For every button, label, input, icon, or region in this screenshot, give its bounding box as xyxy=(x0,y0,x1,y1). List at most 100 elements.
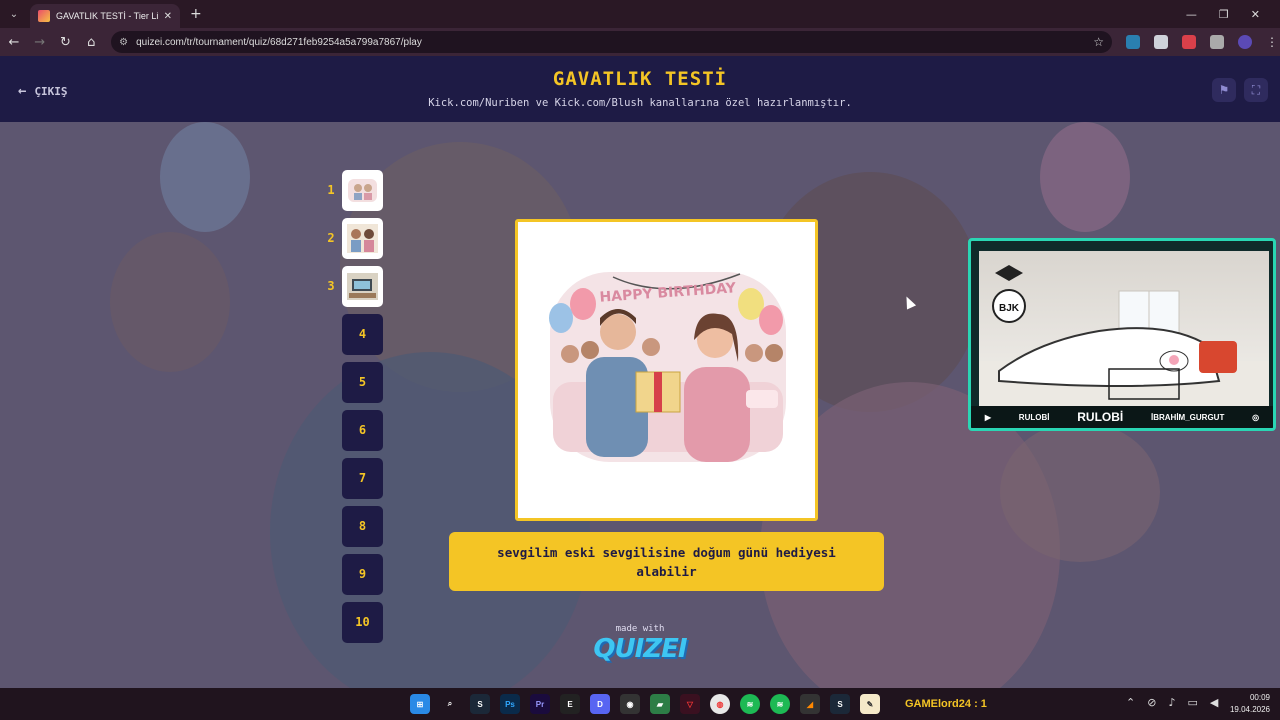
reload-icon[interactable]: ↻ xyxy=(54,35,78,50)
new-tab-icon[interactable]: + xyxy=(190,6,202,22)
question-item[interactable]: 4 xyxy=(320,313,383,355)
fullscreen-button[interactable]: ⛶ xyxy=(1244,78,1268,102)
extension-badge-icon[interactable] xyxy=(1182,35,1196,49)
overlay-center-name: RULOBİ xyxy=(1077,410,1124,424)
forward-icon[interactable]: → xyxy=(28,35,52,50)
question-item[interactable]: 9 xyxy=(320,553,383,595)
bongo-cat-illustration: BJK xyxy=(979,265,1269,408)
overlay-left-name: RULOBİ xyxy=(1018,412,1050,422)
spotify-icon[interactable]: ≋ xyxy=(770,694,790,714)
url-field[interactable]: ⚙ quizei.com/tr/tournament/quiz/68d271fe… xyxy=(111,31,1112,53)
question-item[interactable]: 8 xyxy=(320,505,383,547)
epic-games-icon[interactable]: E xyxy=(560,694,580,714)
question-number-box[interactable]: 8 xyxy=(342,505,383,547)
question-number: 2 xyxy=(327,231,335,245)
question-number-box[interactable]: 7 xyxy=(342,457,383,499)
app-icon[interactable]: ◢ xyxy=(800,694,820,714)
url-text: quizei.com/tr/tournament/quiz/68d271feb9… xyxy=(136,36,422,48)
question-image-card: HAPPY BIRTHDAY xyxy=(515,219,818,521)
microphone-icon[interactable]: ♪ xyxy=(1168,696,1175,709)
page-subtitle: Kick.com/Nuriben ve Kick.com/Blush kanal… xyxy=(428,97,852,109)
windows-taskbar: ⊞ ⌕ S Ps Pr E D ◉ ▰ ▽ ◍ ≋ ≋ ◢ S ✎ GAMElo… xyxy=(0,688,1280,720)
tab-search-icon[interactable]: ⌄ xyxy=(4,4,24,24)
windows-start-icon[interactable]: ⊞ xyxy=(410,694,430,714)
question-number-box[interactable]: 5 xyxy=(342,361,383,403)
balloon-blue xyxy=(160,122,250,232)
discord-icon[interactable]: D xyxy=(590,694,610,714)
fullscreen-icon: ⛶ xyxy=(1251,82,1261,97)
report-flag-button[interactable]: ⚑ xyxy=(1212,78,1236,102)
puzzle-icon[interactable] xyxy=(1210,35,1224,49)
balloon-pink xyxy=(1040,122,1130,232)
photoshop-icon[interactable]: Ps xyxy=(500,694,520,714)
close-window-icon[interactable]: ✕ xyxy=(1251,8,1260,21)
volume-icon[interactable]: ◀ xyxy=(1210,696,1218,709)
guest-left xyxy=(110,232,230,372)
chrome-icon[interactable]: ◍ xyxy=(710,694,730,714)
overlay-name-bar: ▶ RULOBİ RULOBİ İBRAHİM_GURGUT ◎ xyxy=(971,406,1273,428)
tab-title: GAVATLIK TESTİ - Tier List, Kör xyxy=(56,11,158,21)
instagram-icon: ◎ xyxy=(1252,412,1260,422)
close-tab-icon[interactable]: ✕ xyxy=(164,11,172,22)
question-item[interactable]: 7 xyxy=(320,457,383,499)
thumbnail-image xyxy=(347,272,378,300)
question-thumbnail[interactable] xyxy=(342,217,383,259)
premiere-icon[interactable]: Pr xyxy=(530,694,550,714)
site-info-icon[interactable]: ⚙ xyxy=(119,37,128,48)
browser-tab[interactable]: GAVATLIK TESTİ - Tier List, Kör ✕ xyxy=(30,4,180,28)
profile-avatar[interactable] xyxy=(1238,35,1252,49)
birthday-illustration: HAPPY BIRTHDAY xyxy=(549,272,786,462)
question-thumbnail[interactable] xyxy=(342,265,383,307)
thumbnail-image xyxy=(347,223,378,253)
obs-icon[interactable]: ◉ xyxy=(620,694,640,714)
question-item[interactable]: 6 xyxy=(320,409,383,451)
question-number: 1 xyxy=(327,183,335,197)
stream-overlay: BJK ▶ RULOBİ RULOBİ İBRAHİM_GURGUT ◎ xyxy=(968,238,1276,431)
question-statement: sevgilim eski sevgilisine doğum günü hed… xyxy=(449,532,884,591)
steam-icon[interactable]: S xyxy=(830,694,850,714)
question-number-box[interactable]: 9 xyxy=(342,553,383,595)
question-item[interactable]: 3 xyxy=(320,265,383,307)
taskbar-clock[interactable]: 00:09 19.04.2026 xyxy=(1226,692,1270,716)
question-number-box[interactable]: 10 xyxy=(342,601,383,643)
steam-icon[interactable]: S xyxy=(470,694,490,714)
clock-time: 00:09 xyxy=(1249,693,1270,702)
bookmark-star-icon[interactable]: ☆ xyxy=(1093,35,1104,49)
back-icon[interactable]: ← xyxy=(2,35,26,50)
question-number: 3 xyxy=(327,279,335,293)
question-number-box[interactable]: 4 xyxy=(342,313,383,355)
home-icon[interactable]: ⌂ xyxy=(79,35,103,50)
thumbnail-image xyxy=(348,178,377,202)
address-bar: ← → ↻ ⌂ ⚙ quizei.com/tr/tournament/quiz/… xyxy=(0,28,1280,56)
question-thumbnail[interactable] xyxy=(342,169,383,211)
question-item[interactable]: 10 xyxy=(320,601,383,643)
question-item[interactable]: 2 xyxy=(320,217,383,259)
adobe-icon[interactable]: ▽ xyxy=(680,694,700,714)
page-title: GAVATLIK TESTİ xyxy=(552,68,728,90)
clock-date: 19.04.2026 xyxy=(1229,705,1270,714)
network-icon[interactable]: ⊘ xyxy=(1147,696,1156,709)
quizei-logo[interactable]: QUIZEI xyxy=(590,634,690,664)
svg-text:BJK: BJK xyxy=(999,303,1020,314)
taskbar-widget-label: GAMElord24 : 1 xyxy=(905,698,987,710)
question-item[interactable]: 5 xyxy=(320,361,383,403)
made-with-label: made with xyxy=(615,624,665,634)
minimize-icon[interactable]: — xyxy=(1186,8,1197,21)
webcam-scene: BJK xyxy=(979,251,1269,408)
app-icon[interactable]: ▰ xyxy=(650,694,670,714)
display-icon[interactable]: ▭ xyxy=(1187,696,1197,709)
shield-icon[interactable] xyxy=(1154,35,1168,49)
quiz-header: ← ÇIKIŞ GAVATLIK TESTİ Kick.com/Nuriben … xyxy=(0,56,1280,122)
restore-icon[interactable]: ❐ xyxy=(1219,8,1229,21)
question-item[interactable]: 1 xyxy=(320,169,383,211)
question-number-box[interactable]: 6 xyxy=(342,409,383,451)
app-icon[interactable]: ✎ xyxy=(860,694,880,714)
menu-icon[interactable]: ⋮ xyxy=(1266,35,1280,49)
chevron-up-icon[interactable]: ⌃ xyxy=(1126,696,1135,709)
overlay-right-name: İBRAHİM_GURGUT xyxy=(1151,412,1225,422)
spotify-icon[interactable]: ≋ xyxy=(740,694,760,714)
search-icon[interactable]: ⌕ xyxy=(440,694,460,714)
favicon-icon xyxy=(38,10,50,22)
youtube-icon: ▶ xyxy=(984,412,992,422)
extension-icon[interactable] xyxy=(1126,35,1140,49)
